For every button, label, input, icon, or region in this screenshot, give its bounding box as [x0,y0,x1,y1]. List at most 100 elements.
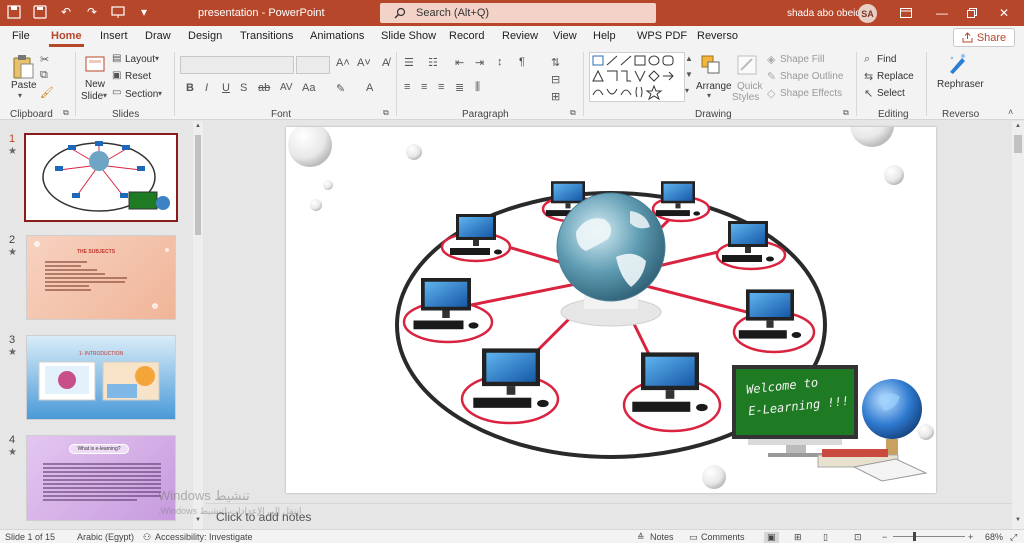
shape-fill-icon[interactable]: ◈ [767,53,775,66]
align-left-icon[interactable]: ≡ [404,81,410,93]
italic-icon[interactable]: I [205,82,208,94]
smartart-icon[interactable]: ⊞ [551,90,560,103]
decrease-font-icon[interactable]: A˅ [357,57,371,69]
select-button[interactable]: Select [877,88,905,99]
tab-transitions[interactable]: Transitions [240,30,293,42]
minimize-icon[interactable]: — [932,3,952,23]
ribbon-display-icon[interactable] [896,3,916,23]
slide-thumbnail-1[interactable] [24,133,178,222]
zoom-level[interactable]: 68% [985,532,1003,542]
char-spacing-icon[interactable]: AV [280,82,293,93]
comments-button[interactable]: Comments [701,532,745,542]
tab-design[interactable]: Design [188,30,222,42]
section-icon[interactable]: ▭ [112,87,121,98]
select-icon[interactable]: ↖ [864,87,873,100]
slide-sorter-icon[interactable]: ⊞ [794,532,802,543]
normal-view-icon[interactable]: ▣ [764,532,779,543]
tab-home[interactable]: Home [49,30,84,47]
align-text-icon[interactable]: ⊟ [551,73,560,86]
bullets-icon[interactable]: ☰ [404,56,414,69]
zoom-slider-thumb[interactable] [913,532,916,541]
tab-file[interactable]: File [12,30,30,42]
autosave-icon[interactable] [6,4,22,20]
font-size-select[interactable] [296,56,330,74]
reset-icon[interactable]: ▣ [112,70,121,81]
notes-pane[interactable]: Click to add notes [206,503,1012,529]
strikethrough-icon[interactable]: ab [258,82,270,94]
customize-qat-icon[interactable]: ▾ [136,4,152,20]
gallery-up-icon[interactable]: ▲ [685,54,693,63]
clipboard-launcher-icon[interactable]: ⧉ [63,108,69,118]
shape-outline-button[interactable]: Shape Outline [780,71,843,82]
accessibility-icon[interactable]: ⚇ [143,532,151,543]
justify-icon[interactable]: ≣ [455,81,464,94]
gallery-down-icon[interactable]: ▼ [685,70,693,79]
scroll-up-icon[interactable]: ▲ [1015,123,1021,129]
thumbnail-scrollbar[interactable]: ▲ ▼ [193,121,203,529]
underline-icon[interactable]: U [222,82,230,94]
text-direction-icon[interactable]: ⇅ [551,56,560,69]
notes-button[interactable]: Notes [650,532,674,542]
redo-icon[interactable]: ↷ [84,4,100,20]
new-slide-dropdown-icon[interactable]: ▾ [103,91,107,100]
layout-icon[interactable]: ▤ [112,53,121,64]
tab-animations[interactable]: Animations [310,30,364,42]
slideshow-icon[interactable]: ⊡ [854,532,862,543]
slide-scrollbar[interactable]: ▲ ▼ [1012,121,1024,529]
drawing-launcher-icon[interactable]: ⧉ [843,108,849,118]
replace-button[interactable]: Replace [877,71,914,82]
tab-draw[interactable]: Draw [145,30,171,42]
restore-icon[interactable] [962,3,982,23]
reading-view-icon[interactable]: ▯ [823,532,828,543]
format-painter-icon[interactable]: 🖌 [40,86,54,99]
rephraser-icon[interactable] [946,52,968,79]
slide-thumbnail-3[interactable]: 1- INTRODUCTION [26,335,176,420]
bold-icon[interactable]: B [186,82,194,94]
font-launcher-icon[interactable]: ⧉ [383,108,389,118]
decrease-indent-icon[interactable]: ⇤ [455,56,464,69]
align-right-icon[interactable]: ≡ [438,81,444,93]
scroll-down-icon[interactable]: ▼ [1015,517,1021,523]
tab-help[interactable]: Help [593,30,616,42]
accessibility-status[interactable]: Accessibility: Investigate [155,532,253,542]
font-color-icon[interactable]: A [366,82,373,94]
scroll-down-icon[interactable]: ▼ [195,517,201,523]
tab-record[interactable]: Record [449,30,484,42]
cut-icon[interactable]: ✂ [40,53,49,66]
language-indicator[interactable]: Arabic (Egypt) [77,532,134,542]
find-button[interactable]: Find [877,54,896,65]
zoom-slider[interactable] [893,536,965,537]
slide-thumbnail-2[interactable]: THE SUBJECTS [26,235,176,320]
notes-icon[interactable]: ≙ [637,532,645,543]
new-slide-icon[interactable] [84,54,106,79]
fit-slide-icon[interactable]: ⤢ [1010,532,1017,543]
increase-font-icon[interactable]: A˄ [336,57,350,69]
scrollbar-thumb[interactable] [1014,135,1022,153]
quick-styles-label-1[interactable]: Quick [737,81,763,92]
tab-slide-show[interactable]: Slide Show [381,30,436,42]
shape-outline-icon[interactable]: ✎ [767,70,776,83]
zoom-out-icon[interactable]: − [882,532,887,542]
tab-view[interactable]: View [553,30,577,42]
replace-icon[interactable]: ⇆ [864,70,873,83]
font-family-select[interactable] [180,56,294,74]
avatar[interactable]: SA [858,4,877,23]
increase-indent-icon[interactable]: ⇥ [475,56,484,69]
shape-effects-button[interactable]: Shape Effects [780,88,842,99]
shadow-icon[interactable]: S [240,82,247,94]
tab-insert[interactable]: Insert [100,30,128,42]
arrange-button[interactable]: Arrange [696,81,732,92]
shapes-gallery[interactable] [589,52,685,102]
section-dropdown-icon[interactable]: ▾ [158,89,162,98]
paste-label[interactable]: Paste [11,80,37,91]
undo-icon[interactable]: ↶ [58,4,74,20]
clear-formatting-icon[interactable]: A̸ [382,57,389,69]
tab-wps-pdf[interactable]: WPS PDF [637,30,687,42]
zoom-in-icon[interactable]: + [968,532,973,542]
shape-effects-icon[interactable]: ◇ [767,87,775,100]
save-icon[interactable] [32,4,48,20]
numbering-icon[interactable]: ☷ [428,56,438,69]
new-slide-label-1[interactable]: New [85,79,105,90]
arrange-dropdown-icon[interactable]: ▾ [707,91,711,100]
columns-icon[interactable]: ⫼ [475,81,480,94]
